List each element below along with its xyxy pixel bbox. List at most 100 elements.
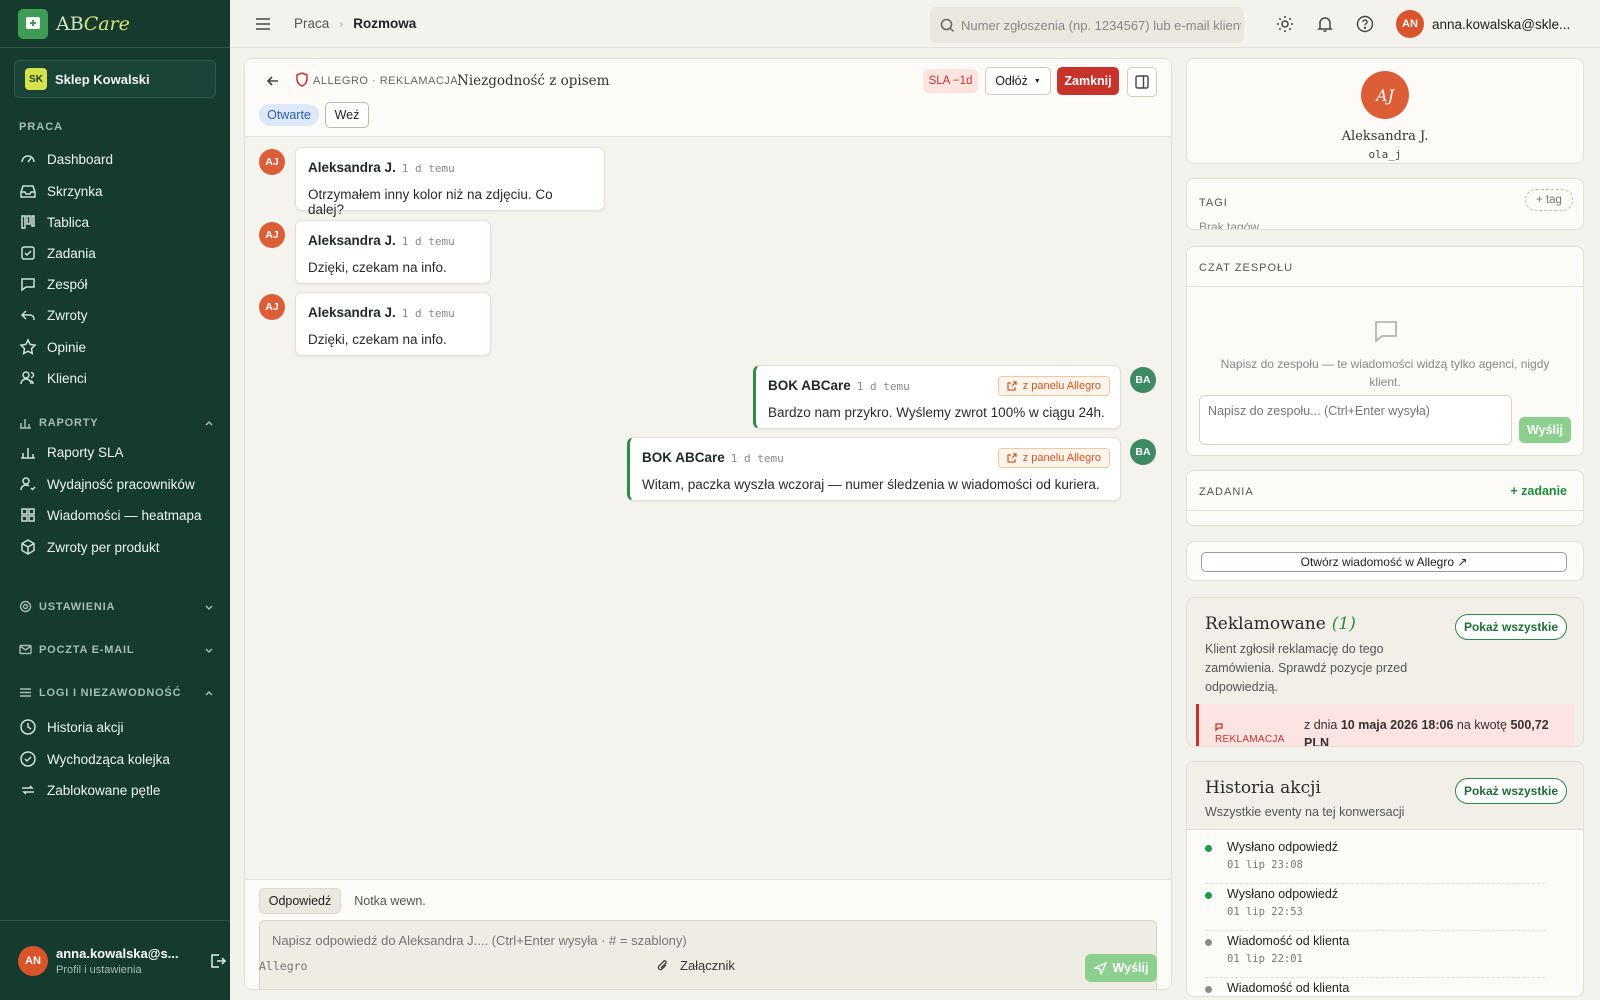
conversation-subject: Niezgodność z opisem <box>457 73 610 89</box>
store-badge: SK <box>25 68 47 90</box>
close-button[interactable]: Zamknij <box>1057 67 1119 95</box>
sidebar-item-tasks[interactable]: Zadania <box>19 244 96 262</box>
reply-textarea[interactable] <box>259 920 1157 989</box>
message-text: Dzięki, czekam na info. <box>308 332 447 347</box>
bell-icon[interactable] <box>1316 15 1334 33</box>
user-performance-icon <box>20 477 36 491</box>
user-menu[interactable]: AN anna.kowalska@skle... <box>1396 10 1572 38</box>
message-author: Aleksandra J. <box>308 233 396 248</box>
message-time: 1 d temu <box>730 452 784 465</box>
history-show-all-button[interactable]: Pokaż wszystkie <box>1455 778 1567 804</box>
help-icon[interactable] <box>1356 15 1374 33</box>
sidebar-item-blocked-loops[interactable]: Zablokowane pętle <box>19 781 160 799</box>
add-tag-button[interactable]: + tag <box>1525 189 1573 211</box>
tags-title: TAGI <box>1199 197 1228 209</box>
breadcrumb-current: Rozmowa <box>353 16 417 31</box>
search-icon <box>940 18 955 32</box>
message-author: BOK ABCare <box>768 378 851 393</box>
back-arrow-icon[interactable] <box>265 73 281 89</box>
tab-reply[interactable]: Odpowiedź <box>259 888 341 914</box>
conversation-header: ALLEGRO · REKLAMACJA Niezgodność z opise… <box>245 59 1171 137</box>
user-subtitle: Profil i ustawienia <box>56 963 142 976</box>
sidebar-item-returns[interactable]: Zwroty <box>19 306 88 324</box>
complaint-details: z dnia 10 maja 2026 18:06 na kwotę 500,7… <box>1304 718 1549 747</box>
sidebar-item-outgoing-queue[interactable]: Wychodząca kolejka <box>19 750 170 768</box>
customer-avatar: AJ <box>1361 71 1409 119</box>
sidebar-item-returns-per-product[interactable]: Zwroty per produkt <box>19 538 160 556</box>
topbar: Praca › Rozmowa AN anna.kowalska@skle... <box>230 0 1600 48</box>
history-item: Wysłano odpowiedź 01 lip 23:08 <box>1205 840 1545 884</box>
user-info: anna.kowalska@s... Profil i ustawienia <box>56 946 186 976</box>
message-author: Aleksandra J. <box>308 160 396 175</box>
complaint-row[interactable]: REKLAMACJA z dnia 10 maja 2026 18:06 na … <box>1196 704 1574 747</box>
inbox-icon <box>20 185 36 198</box>
section-settings-toggle[interactable]: USTAWIENIA <box>19 600 214 613</box>
tab-internal-note[interactable]: Notka wewn. <box>349 888 431 914</box>
team-chat-input[interactable] <box>1199 395 1512 445</box>
sidebar-item-team[interactable]: Zespół <box>19 275 88 293</box>
menu-icon[interactable] <box>254 15 272 33</box>
store-switcher[interactable]: SK Sklep Kowalski <box>14 60 216 98</box>
toggle-panel-button[interactable] <box>1127 67 1157 97</box>
team-chat-card: CZAT ZESPOŁU Napisz do zespołu — te wiad… <box>1186 246 1584 456</box>
message-time: 1 d temu <box>856 380 910 393</box>
take-button[interactable]: Weź <box>325 102 369 128</box>
history-item: Wiadomość od klienta <box>1205 981 1545 996</box>
message-bubble: Aleksandra J. 1 d temu Dzięki, czekam na … <box>295 292 491 356</box>
sidebar-user-profile[interactable]: AN anna.kowalska@s... Profil i ustawieni… <box>0 920 230 1000</box>
sidebar-item-heatmap[interactable]: Wiadomości — heatmapa <box>19 506 202 524</box>
app-logo[interactable]: ABCare <box>0 0 230 48</box>
message-text: Bardzo nam przykro. Wyślemy zwrot 100% w… <box>768 405 1105 420</box>
history-card: Historia akcji Pokaż wszystkie Wszystkie… <box>1186 761 1584 997</box>
section-email-toggle[interactable]: POCZTA E-MAIL <box>19 643 214 656</box>
chevron-down-icon <box>205 647 213 653</box>
add-task-button[interactable]: + zadanie <box>1510 484 1567 498</box>
sidebar-item-sla-reports[interactable]: Raporty SLA <box>19 443 124 461</box>
tags-card: TAGI + tag Brak tagów <box>1186 178 1584 230</box>
chevron-up-icon <box>205 690 213 696</box>
chevron-up-icon <box>205 420 213 426</box>
team-chat-send-button[interactable]: Wyślij <box>1519 417 1571 443</box>
logout-icon[interactable] <box>208 951 228 971</box>
sidebar-item-inbox[interactable]: Skrzynka <box>19 182 103 200</box>
complaints-show-all-button[interactable]: Pokaż wszystkie <box>1455 614 1567 640</box>
shield-icon <box>296 72 308 87</box>
star-icon <box>19 338 37 355</box>
section-reports-toggle[interactable]: RAPORTY <box>19 416 214 429</box>
external-link-icon <box>1007 453 1017 463</box>
breadcrumb-work[interactable]: Praca <box>294 16 329 31</box>
sidebar-item-dashboard[interactable]: Dashboard <box>19 150 113 168</box>
sun-icon[interactable] <box>1276 15 1294 33</box>
sidebar-item-staff-performance[interactable]: Wydajność pracowników <box>19 475 195 493</box>
chart-bars-icon <box>20 419 31 429</box>
message-time: 1 d temu <box>401 307 455 320</box>
open-allegro-button[interactable]: Otwórz wiadomość w Allegro ↗ <box>1201 552 1567 572</box>
clock-icon <box>20 719 36 735</box>
sidebar: ABCare SK Sklep Kowalski PRACA Dashboard… <box>0 0 230 1000</box>
history-header: Historia akcji Pokaż wszystkie Wszystkie… <box>1187 762 1583 830</box>
attach-button[interactable]: Załącznik <box>656 958 735 973</box>
return-icon <box>20 310 35 320</box>
sidebar-item-reviews[interactable]: Opinie <box>19 338 86 356</box>
reply-channel: Allegro <box>259 959 308 973</box>
sidebar-item-board[interactable]: Tablica <box>19 213 89 231</box>
search-input[interactable] <box>961 17 1241 33</box>
status-badge: Otwarte <box>259 104 319 126</box>
message-bubble: Aleksandra J. 1 d temu Otrzymałem inny ko… <box>295 147 605 217</box>
sidebar-panel-icon <box>1135 75 1149 89</box>
conversation-channel: ALLEGRO · REKLAMACJA <box>313 75 459 87</box>
store-name: Sklep Kowalski <box>55 71 150 87</box>
message-time: 1 d temu <box>401 235 455 248</box>
sidebar-item-customers[interactable]: Klienci <box>19 369 87 387</box>
sidebar-item-action-history[interactable]: Historia akcji <box>19 718 124 736</box>
status-dot-icon <box>1205 892 1212 899</box>
logo-text: ABCare <box>56 12 130 35</box>
section-logs-toggle[interactable]: LOGI I NIEZAWODNOŚĆ <box>19 686 214 699</box>
avatar: BA <box>1130 439 1156 465</box>
paperclip-icon <box>657 959 667 970</box>
avatar: AJ <box>259 294 285 320</box>
postpone-button[interactable]: Odłóż ▼ <box>985 67 1051 95</box>
message-time: 1 d temu <box>401 162 455 175</box>
source-badge: z panelu Allegro <box>997 448 1110 468</box>
send-reply-button[interactable]: Wyślij <box>1085 954 1157 982</box>
